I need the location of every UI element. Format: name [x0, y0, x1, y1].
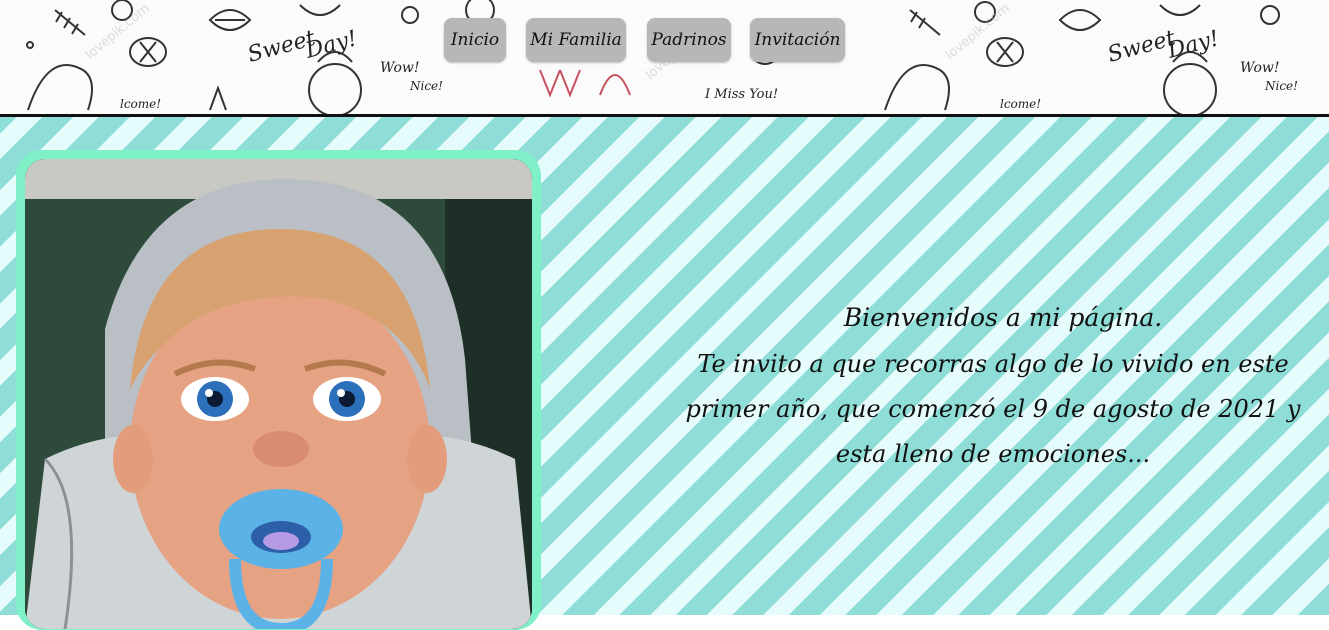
- svg-text:Nice!: Nice!: [409, 79, 443, 93]
- header-banner: Sweet Day! Wow! Nice! lcome! I Miss You!…: [0, 0, 1329, 114]
- nav-inicio-button[interactable]: Inicio: [444, 18, 506, 62]
- baby-photo-frame: [16, 150, 541, 630]
- svg-text:lovepik.com: lovepik.com: [943, 1, 1013, 63]
- welcome-body: Te invito a que recorras algo de lo vivi…: [685, 350, 1301, 468]
- svg-text:Wow!: Wow!: [1240, 60, 1279, 76]
- welcome-message: Bienvenidos a mi página. Te invito a que…: [668, 302, 1318, 477]
- nav-invitacion-button[interactable]: Invitación: [750, 18, 845, 62]
- svg-text:Nice!: Nice!: [1264, 79, 1298, 93]
- baby-photo: [25, 159, 532, 629]
- svg-text:lcome!: lcome!: [120, 97, 161, 111]
- welcome-title: Bienvenidos a mi página.: [843, 303, 1163, 332]
- svg-text:Wow!: Wow!: [380, 60, 419, 76]
- svg-text:I Miss You!: I Miss You!: [704, 87, 778, 102]
- baby-illustration: [25, 159, 532, 629]
- svg-text:lcome!: lcome!: [1000, 97, 1041, 111]
- nav-mi-familia-button[interactable]: Mi Familia: [526, 18, 626, 62]
- nav-padrinos-button[interactable]: Padrinos: [647, 18, 731, 62]
- svg-text:lovepik.com: lovepik.com: [83, 1, 153, 63]
- main-content: Bienvenidos a mi página. Te invito a que…: [0, 117, 1329, 630]
